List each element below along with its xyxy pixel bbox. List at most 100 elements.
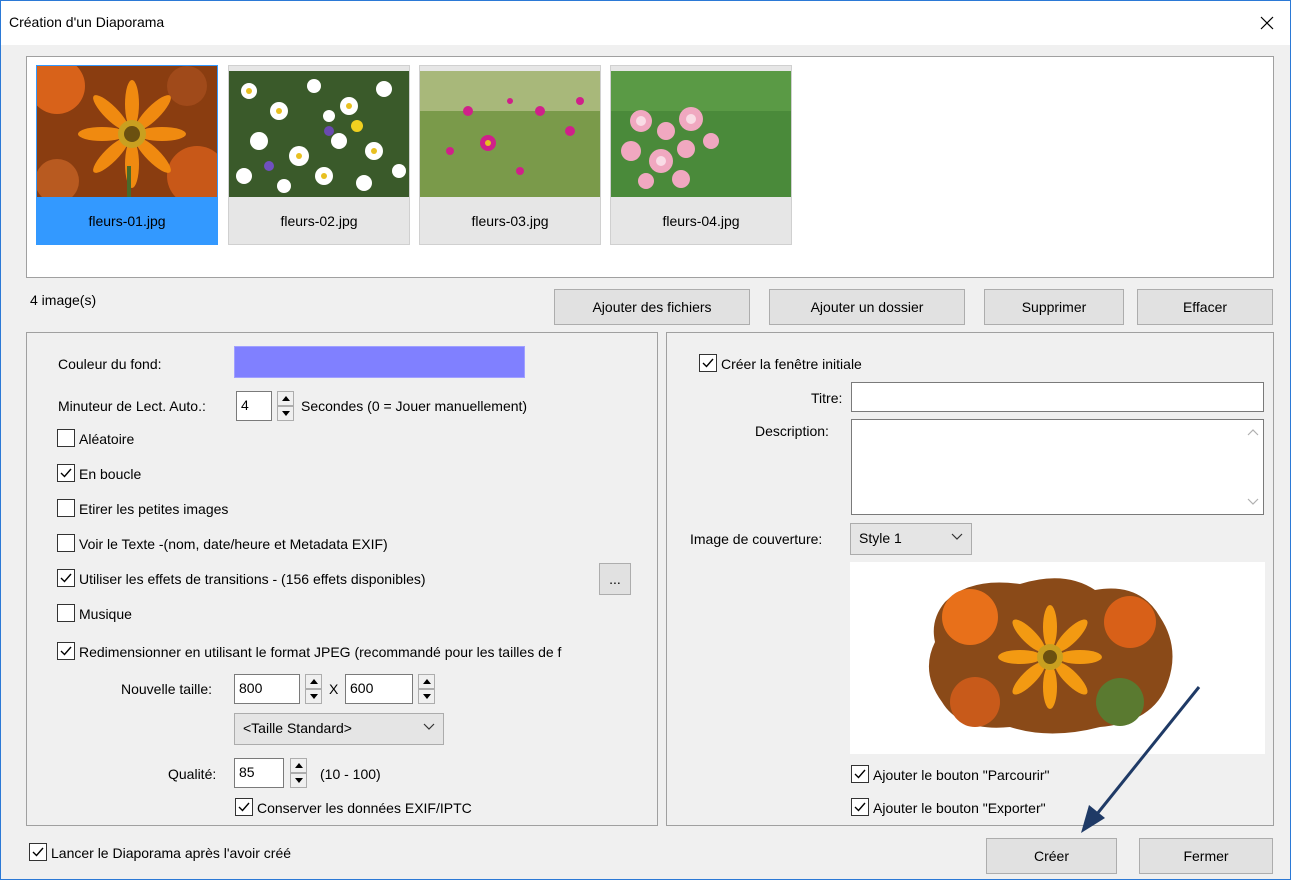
checkmark-icon bbox=[60, 646, 72, 656]
resize-label: Redimensionner en utilisant le format JP… bbox=[79, 644, 562, 660]
stretch-label: Etirer les petites images bbox=[79, 501, 229, 517]
arrow-down-icon bbox=[281, 411, 290, 416]
close-button[interactable]: Fermer bbox=[1139, 838, 1273, 874]
height-input[interactable]: 600 bbox=[345, 674, 413, 704]
keep-exif-label: Conserver les données EXIF/IPTC bbox=[257, 800, 472, 816]
width-input[interactable]: 800 bbox=[234, 674, 300, 704]
new-size-label: Nouvelle taille: bbox=[121, 681, 213, 697]
height-stepper[interactable] bbox=[418, 674, 435, 704]
stepper-down-button[interactable] bbox=[277, 406, 294, 421]
thumbnail-item[interactable]: fleurs-03.jpg bbox=[419, 65, 601, 245]
thumbnail-list[interactable]: fleurs-01.jpg fleurs-02.jpg fleurs-03.jp… bbox=[26, 56, 1274, 278]
add-folder-button[interactable]: Ajouter un dossier bbox=[769, 289, 965, 325]
cover-style-select[interactable]: Style 1 bbox=[850, 523, 972, 555]
arrow-down-icon bbox=[309, 694, 318, 699]
checkmark-icon bbox=[702, 358, 714, 368]
thumbnail-filename: fleurs-03.jpg bbox=[471, 212, 549, 229]
thumbnail-item[interactable]: fleurs-01.jpg bbox=[36, 65, 218, 245]
transitions-more-button[interactable]: ... bbox=[599, 563, 631, 595]
loop-checkbox[interactable] bbox=[57, 464, 75, 482]
arrow-up-icon bbox=[309, 679, 318, 684]
timer-suffix: Secondes (0 = Jouer manuellement) bbox=[301, 398, 528, 414]
size-separator: X bbox=[329, 681, 339, 697]
browse-button-label: Ajouter le bouton "Parcourir" bbox=[873, 767, 1050, 783]
checkmark-icon bbox=[238, 802, 250, 812]
quality-input[interactable]: 85 bbox=[234, 758, 284, 788]
close-window-button[interactable] bbox=[1244, 1, 1290, 45]
quality-range: (10 - 100) bbox=[320, 766, 381, 782]
thumbnail-image bbox=[611, 71, 791, 197]
cover-label: Image de couverture: bbox=[690, 531, 823, 547]
arrow-down-icon bbox=[294, 778, 303, 783]
slideshow-options-group: Couleur du fond: Minuteur de Lect. Auto.… bbox=[26, 332, 658, 826]
title-bar: Création d'un Diaporama bbox=[1, 1, 1290, 45]
scroll-up-icon[interactable] bbox=[1247, 428, 1259, 436]
music-checkbox[interactable] bbox=[57, 604, 75, 622]
create-initial-label: Créer la fenêtre initiale bbox=[721, 356, 862, 372]
launch-after-checkbox[interactable] bbox=[29, 843, 47, 861]
checkmark-icon bbox=[60, 573, 72, 583]
window-title: Création d'un Diaporama bbox=[9, 14, 165, 30]
create-initial-checkbox[interactable] bbox=[699, 354, 717, 372]
timer-label: Minuteur de Lect. Auto.: bbox=[58, 398, 206, 414]
clear-button[interactable]: Effacer bbox=[1137, 289, 1273, 325]
timer-stepper[interactable] bbox=[277, 391, 294, 421]
keep-exif-checkbox[interactable] bbox=[235, 798, 253, 816]
random-checkbox[interactable] bbox=[57, 429, 75, 447]
arrow-up-icon bbox=[294, 763, 303, 768]
thumbnail-image bbox=[229, 71, 409, 197]
thumbnail-filename: fleurs-02.jpg bbox=[280, 212, 358, 229]
random-label: Aléatoire bbox=[79, 431, 135, 447]
stretch-checkbox[interactable] bbox=[57, 499, 75, 517]
stepper-up-button[interactable] bbox=[277, 391, 294, 406]
description-label: Description: bbox=[755, 423, 829, 439]
loop-label: En boucle bbox=[79, 466, 142, 482]
stepper-down-button[interactable] bbox=[290, 773, 307, 788]
add-files-button[interactable]: Ajouter des fichiers bbox=[554, 289, 750, 325]
thumbnail-item[interactable]: fleurs-02.jpg bbox=[228, 65, 410, 245]
chevron-down-icon bbox=[951, 533, 963, 540]
checkmark-icon bbox=[60, 468, 72, 478]
width-stepper[interactable] bbox=[305, 674, 322, 704]
size-preset-value: <Taille Standard> bbox=[243, 720, 352, 736]
stepper-down-button[interactable] bbox=[418, 689, 435, 704]
browse-button-checkbox[interactable] bbox=[851, 765, 869, 783]
stepper-up-button[interactable] bbox=[418, 674, 435, 689]
close-icon bbox=[1260, 16, 1274, 30]
scroll-down-icon[interactable] bbox=[1247, 498, 1259, 506]
annotation-arrow-icon bbox=[1081, 686, 1201, 833]
bg-color-swatch[interactable] bbox=[234, 346, 525, 378]
arrow-up-icon bbox=[281, 396, 290, 401]
resize-checkbox[interactable] bbox=[57, 642, 75, 660]
slideshow-dialog: Création d'un Diaporama fleurs-01.jpg fl… bbox=[0, 0, 1291, 880]
title-label: Titre: bbox=[811, 390, 843, 406]
remove-button[interactable]: Supprimer bbox=[984, 289, 1124, 325]
image-count: 4 image(s) bbox=[30, 292, 97, 308]
timer-input[interactable]: 4 bbox=[236, 391, 272, 421]
create-button[interactable]: Créer bbox=[986, 838, 1117, 874]
thumbnail-item[interactable]: fleurs-04.jpg bbox=[610, 65, 792, 245]
bg-color-label: Couleur du fond: bbox=[58, 356, 162, 372]
thumbnail-image bbox=[420, 71, 600, 197]
quality-label: Qualité: bbox=[168, 766, 217, 782]
stepper-up-button[interactable] bbox=[305, 674, 322, 689]
size-preset-select[interactable]: <Taille Standard> bbox=[234, 713, 444, 745]
export-button-checkbox[interactable] bbox=[851, 798, 869, 816]
thumbnail-image bbox=[37, 66, 217, 197]
thumbnail-filename: fleurs-01.jpg bbox=[88, 212, 166, 229]
stepper-up-button[interactable] bbox=[290, 758, 307, 773]
show-text-checkbox[interactable] bbox=[57, 534, 75, 552]
arrow-up-icon bbox=[422, 679, 431, 684]
title-input[interactable] bbox=[851, 382, 1264, 412]
checkmark-icon bbox=[854, 802, 866, 812]
transitions-label: Utiliser les effets de transitions - (15… bbox=[79, 571, 426, 587]
thumbnail-filename: fleurs-04.jpg bbox=[662, 212, 740, 229]
description-input[interactable] bbox=[851, 419, 1264, 515]
quality-stepper[interactable] bbox=[290, 758, 307, 788]
stepper-down-button[interactable] bbox=[305, 689, 322, 704]
cover-style-value: Style 1 bbox=[859, 530, 902, 546]
music-label: Musique bbox=[79, 606, 132, 622]
transitions-checkbox[interactable] bbox=[57, 569, 75, 587]
launch-after-label: Lancer le Diaporama après l'avoir créé bbox=[51, 845, 292, 861]
checkmark-icon bbox=[854, 769, 866, 779]
